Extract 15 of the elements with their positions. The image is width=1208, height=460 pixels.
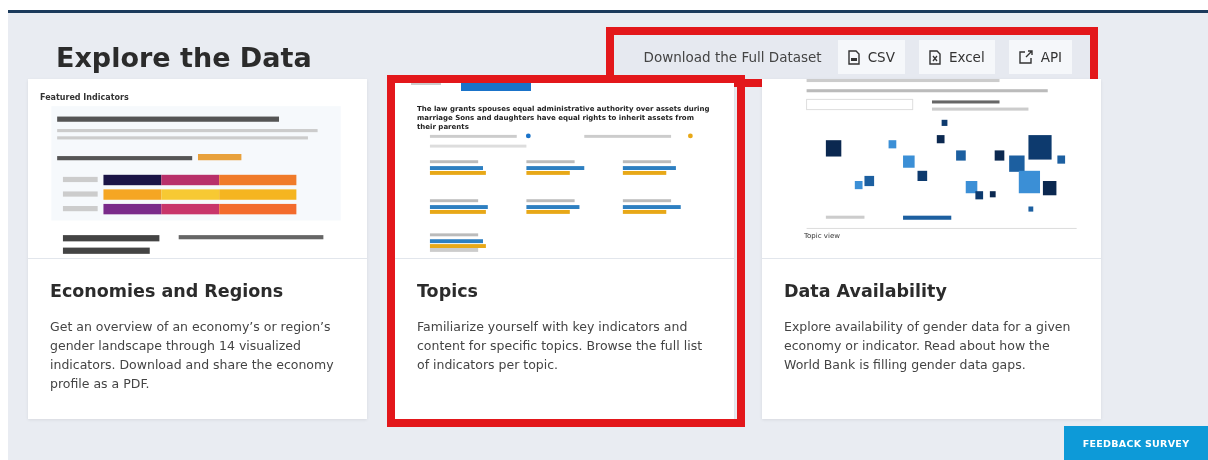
- card-description: Explore availability of gender data for a given economy or indicator. Read about how the World Bank is filling gender data gaps.: [784, 318, 1072, 374]
- download-button[interactable]: Excel: [918, 40, 995, 74]
- spreadsheet-file-icon: [928, 49, 941, 65]
- file-icon: [847, 49, 860, 65]
- card-description: Get an overview of an economy’s or region’s gender landscape through 14 visualized indicators. Download and share the economy profile as a PDF.: [50, 318, 335, 393]
- page-title: Explore the Data: [56, 41, 312, 73]
- preview-heading: Featured Indicators: [39, 92, 130, 102]
- download-label: Download the Full Dataset: [643, 49, 822, 65]
- download-button[interactable]: API: [1008, 40, 1072, 74]
- card-title[interactable]: Data Availability: [784, 281, 1079, 301]
- card-title[interactable]: Economies and Regions: [50, 281, 345, 301]
- card-title[interactable]: Topics: [417, 281, 712, 301]
- card-description: Familiarize yourself with key indicators and content for specific topics. Browse the full list of indicators per topic.: [417, 318, 704, 374]
- external-link-icon: [1018, 50, 1033, 64]
- download-button[interactable]: CSV: [837, 40, 905, 74]
